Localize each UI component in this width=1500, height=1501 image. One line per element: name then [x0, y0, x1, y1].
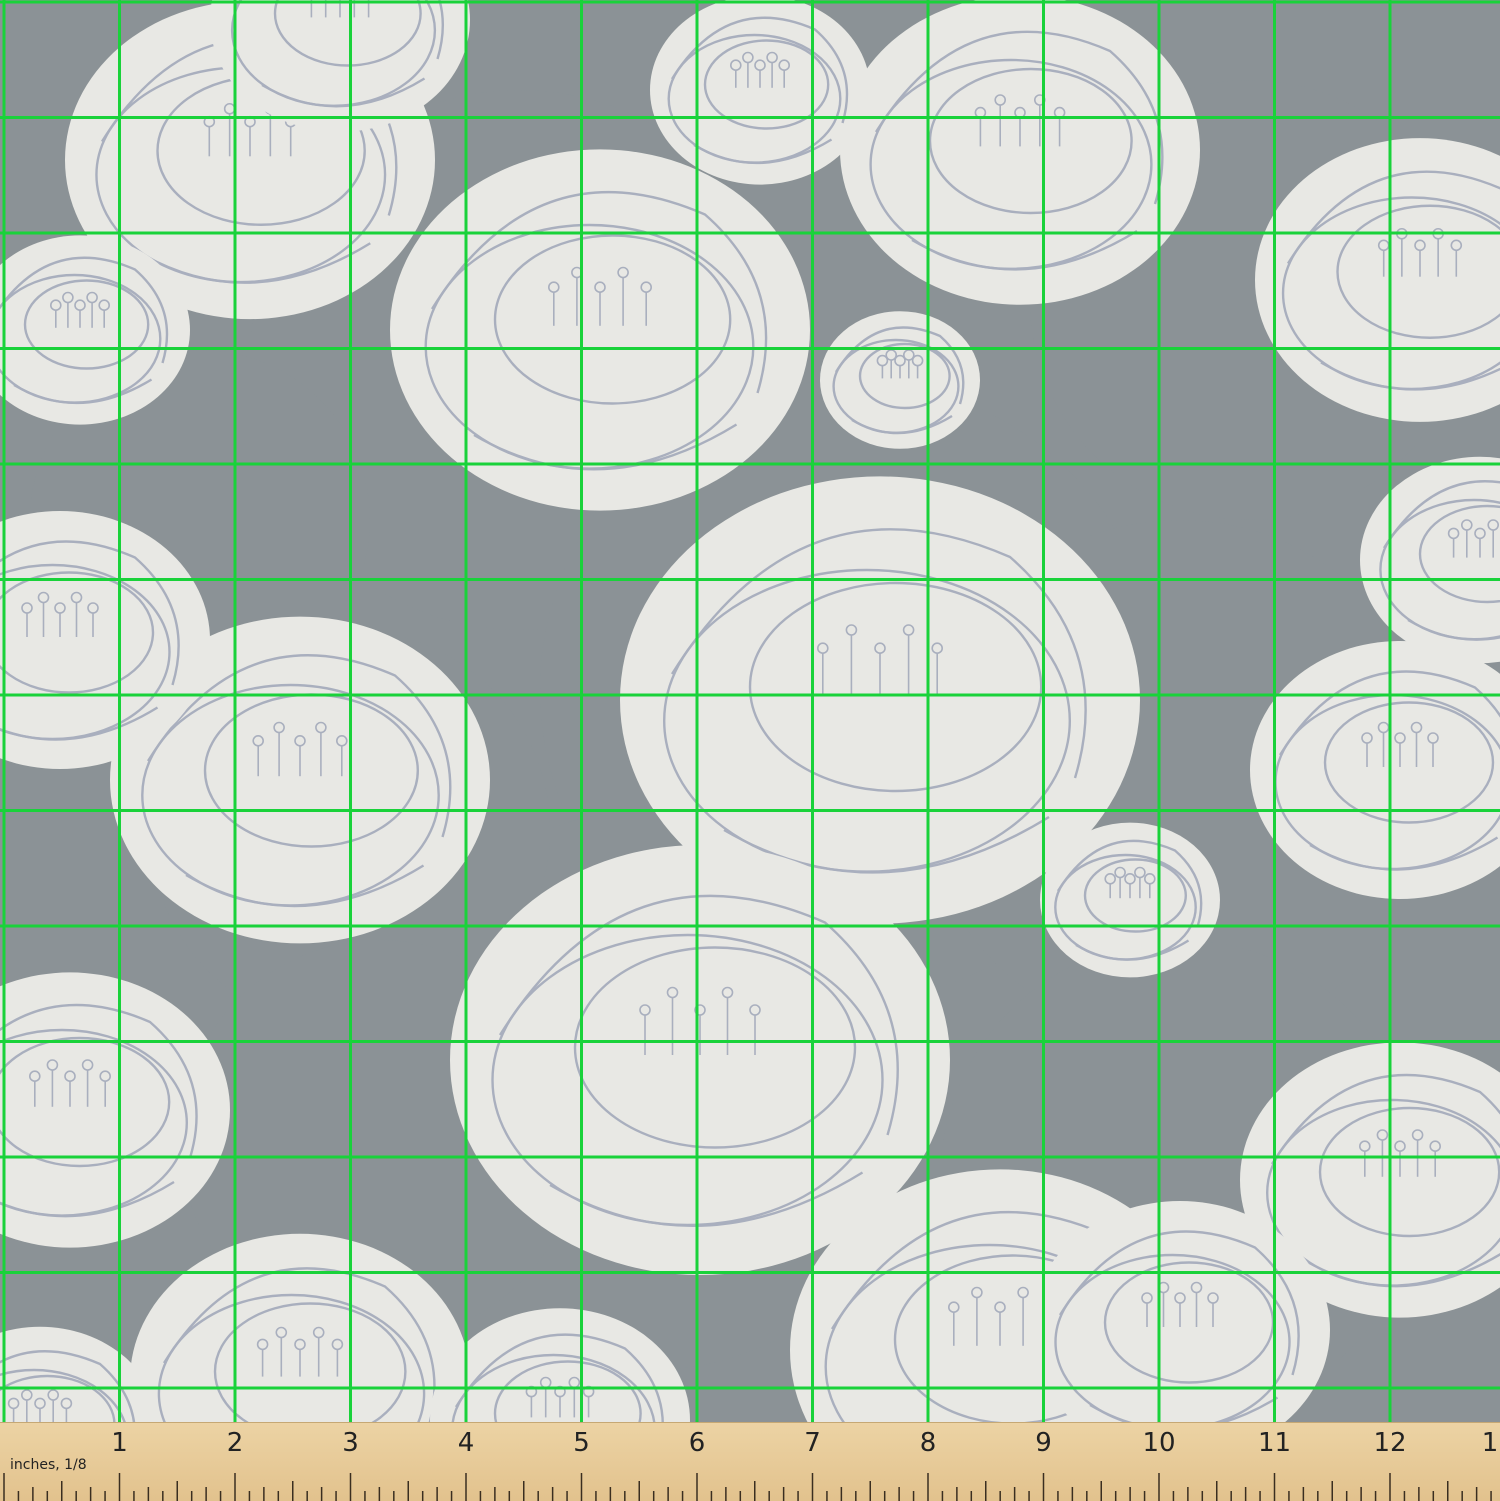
ruler-number: 9: [1024, 1429, 1064, 1457]
ruler-number: 12: [1370, 1429, 1410, 1457]
ruler-unit-label: inches, 1/8: [10, 1457, 87, 1473]
ruler-number: 3: [331, 1429, 371, 1457]
ruler-number: 1: [100, 1429, 140, 1457]
ruler-number: 5: [562, 1429, 602, 1457]
ruler-number: 8: [908, 1429, 948, 1457]
ruler-number: 4: [446, 1429, 486, 1457]
ruler-number: 10: [1139, 1429, 1179, 1457]
ruler-number: 1: [1470, 1429, 1500, 1457]
ruler-number: 7: [793, 1429, 833, 1457]
ruler: 1234567891011121 inches, 1/8: [0, 1422, 1500, 1501]
fabric-swatch: [0, 0, 1500, 1500]
ruler-number: 2: [215, 1429, 255, 1457]
measurement-grid: [0, 0, 1500, 1422]
ruler-number: 11: [1255, 1429, 1295, 1457]
ruler-number: 6: [677, 1429, 717, 1457]
